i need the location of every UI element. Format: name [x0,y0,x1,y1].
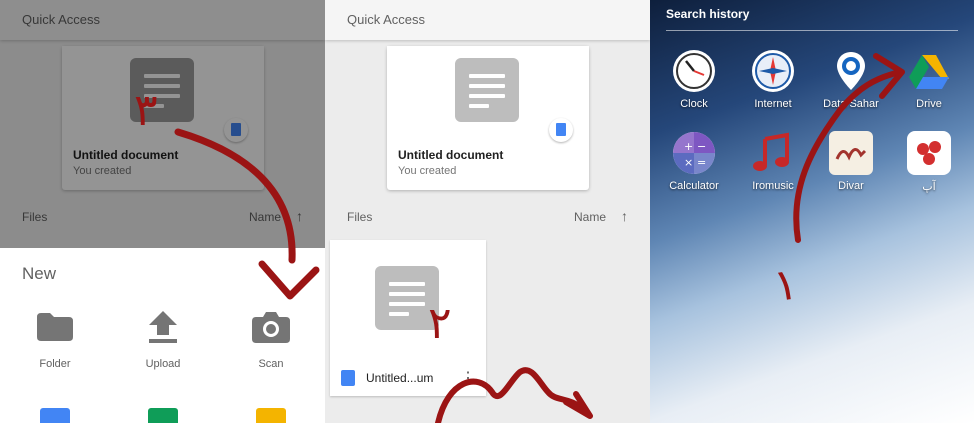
new-bottom-sheet: New Folder Upload Scan [0,248,325,423]
google-slides-icon[interactable] [256,408,286,423]
quick-access-title: Quick Access [347,12,426,27]
svg-text:=: = [697,156,706,169]
app-label: Iromusic [752,180,794,192]
app-label: Internet [754,98,792,110]
music-note-icon [753,132,789,171]
sort-arrow-icon[interactable]: ↑ [621,208,628,224]
location-pin-icon [837,52,865,90]
new-sheet-title: New [22,264,57,283]
files-header: Files Name ↑ [347,208,628,226]
card-name: Untitled document [398,148,504,162]
document-icon [455,58,519,122]
svg-text:+: + [684,140,693,153]
search-history-title: Search history [666,7,750,21]
svg-text:×: × [684,156,693,169]
middle-panel: Quick Access Untitled document You creat… [325,0,650,423]
quick-access-bar: Quick Access [325,0,650,40]
right-panel: Search history Clock Internet Data Sahar… [650,0,974,423]
app-label: آپ [922,181,936,193]
divar-icon [829,131,873,175]
files-label: Files [347,210,373,224]
divider [666,30,958,31]
sort-by-name-button[interactable]: Name [574,210,606,224]
left-panel: Quick Access Untitled document You creat… [0,0,325,423]
option-label: Upload [145,358,181,370]
more-options-icon[interactable]: ⋮ [460,368,476,388]
compass-icon [752,50,794,92]
option-label: Scan [258,358,284,370]
calculator-icon: + − × = [673,132,715,174]
document-icon [375,266,439,330]
app-label: Calculator [669,180,719,192]
app-label: Clock [680,98,708,110]
camera-icon [252,312,290,343]
google-sheets-icon[interactable] [148,408,178,423]
upload-icon [149,311,177,343]
file-thumbnail [330,240,486,358]
file-name: Untitled...um [366,371,434,385]
app-red-icon [907,131,951,175]
google-drive-icon [909,55,949,89]
app-label: Data Sahar [823,98,879,110]
app-label: Drive [916,98,942,110]
app-label: Divar [838,180,864,192]
clock-icon [673,50,715,92]
folder-icon [37,313,73,341]
quick-access-card[interactable]: Untitled document You created [387,46,589,190]
svg-text:−: − [697,140,706,153]
docs-file-icon [341,370,355,386]
dim-overlay[interactable] [0,0,325,248]
google-docs-icon[interactable] [40,408,70,423]
option-label: Folder [39,358,71,370]
docs-badge-icon [549,118,573,142]
file-card[interactable]: Untitled...um ⋮ [330,240,486,396]
card-subtitle: You created [398,165,457,177]
